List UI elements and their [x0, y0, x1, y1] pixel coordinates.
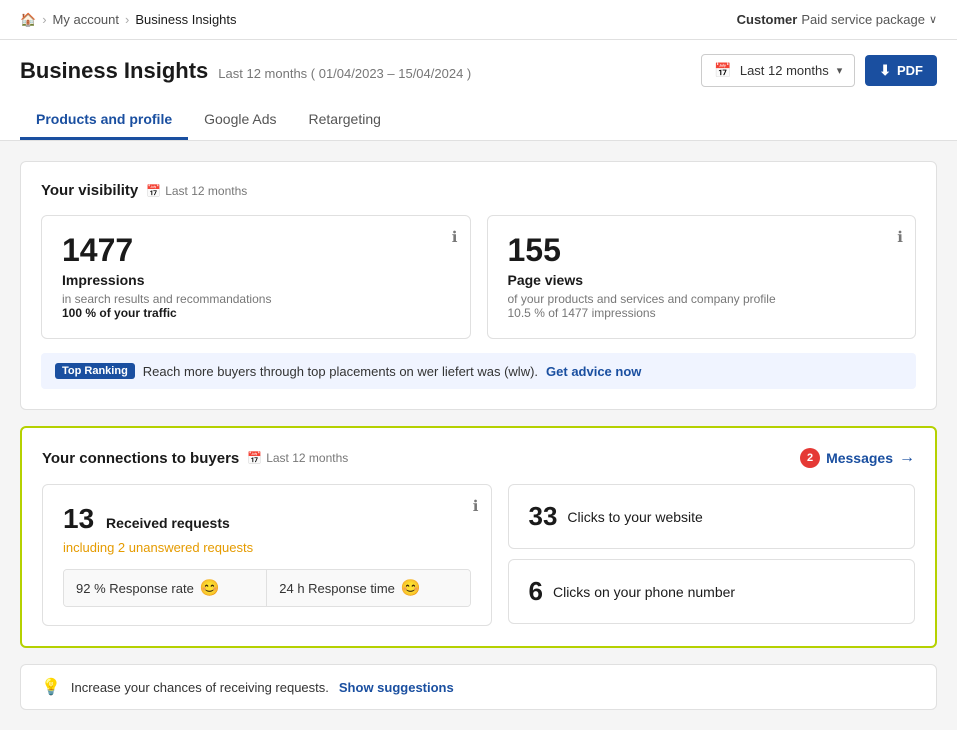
- page-header: Business Insights Last 12 months ( 01/04…: [0, 40, 957, 141]
- breadcrumb-separator-1: ›: [42, 12, 46, 27]
- response-time-label: 24 h Response time: [279, 581, 395, 596]
- impressions-info-icon[interactable]: ℹ: [452, 228, 458, 246]
- chevron-down-icon: ∨: [929, 13, 937, 26]
- pdf-label: PDF: [897, 63, 923, 78]
- tabs: Products and profile Google Ads Retarget…: [20, 101, 937, 140]
- top-bar: 🏠 › My account › Business Insights Custo…: [0, 0, 957, 40]
- smile-icon: 😊: [200, 578, 220, 598]
- pageviews-info-icon[interactable]: ℹ: [897, 228, 903, 246]
- pdf-download-button[interactable]: ⬇ PDF: [865, 55, 937, 86]
- connections-section: Your connections to buyers 📅 Last 12 mon…: [20, 426, 937, 648]
- package-label: Paid service package: [801, 12, 925, 27]
- suggestions-text: Increase your chances of receiving reque…: [71, 680, 329, 695]
- impressions-sublabel1: in search results and recommandations: [62, 292, 450, 306]
- impressions-label: Impressions: [62, 272, 450, 288]
- calendar-small-icon: 📅: [146, 184, 161, 198]
- top-ranking-banner: Top Ranking Reach more buyers through to…: [41, 353, 916, 389]
- clicks-website-label: Clicks to your website: [567, 509, 702, 525]
- calendar-small-icon: 📅: [247, 451, 262, 465]
- arrow-right-icon: →: [899, 449, 915, 467]
- pageviews-sublabel1: of your products and services and compan…: [508, 292, 896, 306]
- date-range-label: Last 12 months ( 01/04/2023 – 15/04/2024…: [218, 66, 471, 81]
- smile-icon: 😊: [401, 578, 421, 598]
- breadcrumb: 🏠 › My account › Business Insights: [20, 12, 237, 28]
- tab-retargeting[interactable]: Retargeting: [293, 101, 397, 140]
- tab-google-ads[interactable]: Google Ads: [188, 101, 292, 140]
- impressions-sublabel2: 100 % of your traffic: [62, 306, 450, 320]
- suggestions-bar: 💡 Increase your chances of receiving req…: [20, 664, 937, 710]
- messages-badge: 2: [800, 448, 820, 468]
- breadcrumb-separator-2: ›: [125, 12, 129, 27]
- impressions-number: 1477: [62, 234, 450, 266]
- calendar-icon: 📅: [714, 62, 731, 79]
- get-advice-link[interactable]: Get advice now: [546, 364, 641, 379]
- download-icon: ⬇: [879, 62, 891, 79]
- breadcrumb-current: Business Insights: [135, 12, 236, 27]
- date-picker-button[interactable]: 📅 Last 12 months ▾: [701, 54, 855, 87]
- page-title: Business Insights: [20, 58, 208, 84]
- chevron-down-icon: ▾: [837, 64, 843, 77]
- connections-metrics: ℹ 13 Received requests including 2 unans…: [42, 484, 915, 626]
- connections-period: 📅 Last 12 months: [247, 451, 348, 465]
- requests-info-icon[interactable]: ℹ: [473, 497, 479, 515]
- bulb-icon: 💡: [41, 677, 61, 697]
- main-content: Your visibility 📅 Last 12 months ℹ 1477 …: [0, 141, 957, 730]
- clicks-website-card: 33 Clicks to your website: [508, 484, 916, 549]
- pageviews-sublabel2: 10.5 % of 1477 impressions: [508, 306, 896, 320]
- breadcrumb-my-account[interactable]: My account: [53, 12, 119, 27]
- connections-section-title: Your connections to buyers 📅 Last 12 mon…: [42, 450, 348, 467]
- customer-info: Customer Paid service package ∨: [737, 12, 937, 27]
- clicks-phone-card: 6 Clicks on your phone number: [508, 559, 916, 624]
- clicks-phone-number: 6: [529, 576, 543, 607]
- pageviews-card: ℹ 155 Page views of your products and se…: [487, 215, 917, 339]
- top-ranking-badge: Top Ranking: [55, 363, 135, 379]
- header-actions: 📅 Last 12 months ▾ ⬇ PDF: [701, 54, 937, 87]
- visibility-metrics: ℹ 1477 Impressions in search results and…: [41, 215, 916, 339]
- connections-header: Your connections to buyers 📅 Last 12 mon…: [42, 448, 915, 468]
- customer-label: Customer: [737, 12, 798, 27]
- impressions-card: ℹ 1477 Impressions in search results and…: [41, 215, 471, 339]
- response-rate-stat: 92 % Response rate 😊: [64, 570, 267, 606]
- home-icon[interactable]: 🏠: [20, 12, 36, 28]
- response-rate-label: 92 % Response rate: [76, 581, 194, 596]
- page-title-group: Business Insights Last 12 months ( 01/04…: [20, 58, 471, 84]
- messages-label: Messages: [826, 450, 893, 466]
- pageviews-number: 155: [508, 234, 896, 266]
- requests-label: Received requests: [106, 515, 230, 531]
- requests-card: ℹ 13 Received requests including 2 unans…: [42, 484, 492, 626]
- show-suggestions-link[interactable]: Show suggestions: [339, 680, 454, 695]
- tab-products-and-profile[interactable]: Products and profile: [20, 101, 188, 140]
- clicks-phone-label: Clicks on your phone number: [553, 584, 735, 600]
- banner-text: Reach more buyers through top placements…: [143, 364, 538, 379]
- date-picker-label: Last 12 months: [740, 63, 829, 78]
- pageviews-label: Page views: [508, 272, 896, 288]
- visibility-period: 📅 Last 12 months: [146, 184, 247, 198]
- clicks-website-number: 33: [529, 501, 558, 532]
- visibility-section-title: Your visibility 📅 Last 12 months: [41, 182, 916, 199]
- response-stats-row: 92 % Response rate 😊 24 h Response time …: [63, 569, 471, 607]
- page-title-row: Business Insights Last 12 months ( 01/04…: [20, 54, 937, 87]
- messages-link[interactable]: 2 Messages →: [800, 448, 915, 468]
- response-time-stat: 24 h Response time 😊: [267, 570, 469, 606]
- unanswered-label: including 2 unanswered requests: [63, 540, 253, 555]
- visibility-section: Your visibility 📅 Last 12 months ℹ 1477 …: [20, 161, 937, 410]
- clicks-column: 33 Clicks to your website 6 Clicks on yo…: [508, 484, 916, 626]
- requests-number: 13: [63, 503, 94, 534]
